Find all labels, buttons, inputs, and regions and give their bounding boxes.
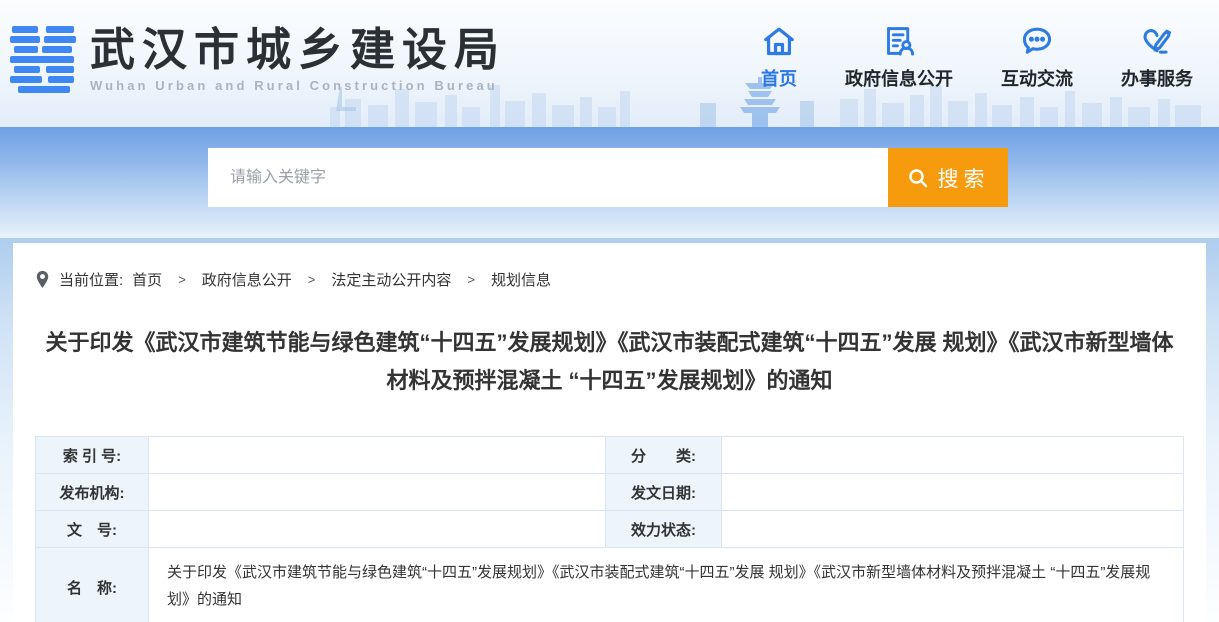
article-title: 关于印发《武汉市建筑节能与绿色建筑“十四五”发展规划》《武汉市装配式建筑“十四五… <box>44 324 1176 400</box>
home-icon <box>761 24 797 58</box>
service-heart-icon <box>1139 24 1175 58</box>
issuing-agency-value <box>149 474 606 511</box>
index-number-label: 索 引 号: <box>36 437 149 474</box>
page: 武汉市城乡建设局 Wuhan Urban and Rural Construct… <box>0 0 1219 622</box>
breadcrumb-item-info-disclosure[interactable]: 政府信息公开 <box>202 269 292 290</box>
issuing-agency-label: 发布机构: <box>36 474 149 511</box>
table-row: 名 称: 关于印发《武汉市建筑节能与绿色建筑“十四五”发展规划》《武汉市装配式建… <box>36 548 1184 622</box>
nav-label: 首页 <box>761 65 797 91</box>
table-row: 发布机构: 发文日期: <box>36 474 1184 511</box>
index-number-value <box>149 437 606 474</box>
breadcrumb-item-planning-info[interactable]: 规划信息 <box>491 269 551 290</box>
breadcrumb: 当前位置: 首页 > 政府信息公开 > 法定主动公开内容 > 规划信息 <box>35 243 1184 290</box>
breadcrumb-separator: > <box>308 272 316 287</box>
bureau-logo-icon <box>8 22 80 98</box>
breadcrumb-separator: > <box>178 272 186 287</box>
name-value: 关于印发《武汉市建筑节能与绿色建筑“十四五”发展规划》《武汉市装配式建筑“十四五… <box>149 548 1184 622</box>
nav-label: 政府信息公开 <box>845 65 953 91</box>
nav-item-home[interactable]: 首页 <box>761 24 797 91</box>
category-value <box>722 437 1184 474</box>
search-button[interactable]: 搜索 <box>888 148 1008 207</box>
breadcrumb-prefix: 当前位置: <box>59 269 123 290</box>
content-background: 当前位置: 首页 > 政府信息公开 > 法定主动公开内容 > 规划信息 关于印发… <box>0 238 1219 622</box>
search-input[interactable] <box>208 148 888 207</box>
nav-item-info-disclosure[interactable]: 政府信息公开 <box>845 24 953 91</box>
search-bar: 搜索 <box>208 127 1008 207</box>
category-label: 分 类: <box>606 437 722 474</box>
issue-date-value <box>722 474 1184 511</box>
nav-item-interaction[interactable]: 互动交流 <box>1001 24 1073 91</box>
search-icon <box>907 167 929 189</box>
info-disclosure-icon <box>881 24 917 58</box>
validity-status-label: 效力状态: <box>606 511 722 548</box>
document-info-table: 索 引 号: 分 类: 发布机构: 发文日期: 文 号: 效 <box>35 436 1184 622</box>
document-number-value <box>149 511 606 548</box>
brand-name-cn: 武汉市城乡建设局 <box>90 26 506 75</box>
content-card: 当前位置: 首页 > 政府信息公开 > 法定主动公开内容 > 规划信息 关于印发… <box>13 243 1206 622</box>
site-header: 武汉市城乡建设局 Wuhan Urban and Rural Construct… <box>0 0 1219 127</box>
table-row: 文 号: 效力状态: <box>36 511 1184 548</box>
nav-label: 互动交流 <box>1001 65 1073 91</box>
location-pin-icon <box>35 270 50 289</box>
nav-label: 办事服务 <box>1121 65 1193 91</box>
interaction-chat-icon <box>1019 24 1055 58</box>
issue-date-label: 发文日期: <box>606 474 722 511</box>
breadcrumb-separator: > <box>467 272 475 287</box>
document-number-label: 文 号: <box>36 511 149 548</box>
top-nav: 首页 政府信息公开 <box>761 24 1193 95</box>
breadcrumb-item-home[interactable]: 首页 <box>132 269 162 290</box>
name-label: 名 称: <box>36 548 149 622</box>
validity-status-value <box>722 511 1184 548</box>
nav-item-services[interactable]: 办事服务 <box>1121 24 1193 91</box>
search-button-label: 搜索 <box>938 163 990 193</box>
brand-name-en: Wuhan Urban and Rural Construction Burea… <box>90 78 506 93</box>
brand-block: 武汉市城乡建设局 Wuhan Urban and Rural Construct… <box>90 26 506 93</box>
breadcrumb-item-statutory-content[interactable]: 法定主动公开内容 <box>331 269 451 290</box>
search-band: 搜索 <box>0 127 1219 238</box>
table-row: 索 引 号: 分 类: <box>36 437 1184 474</box>
